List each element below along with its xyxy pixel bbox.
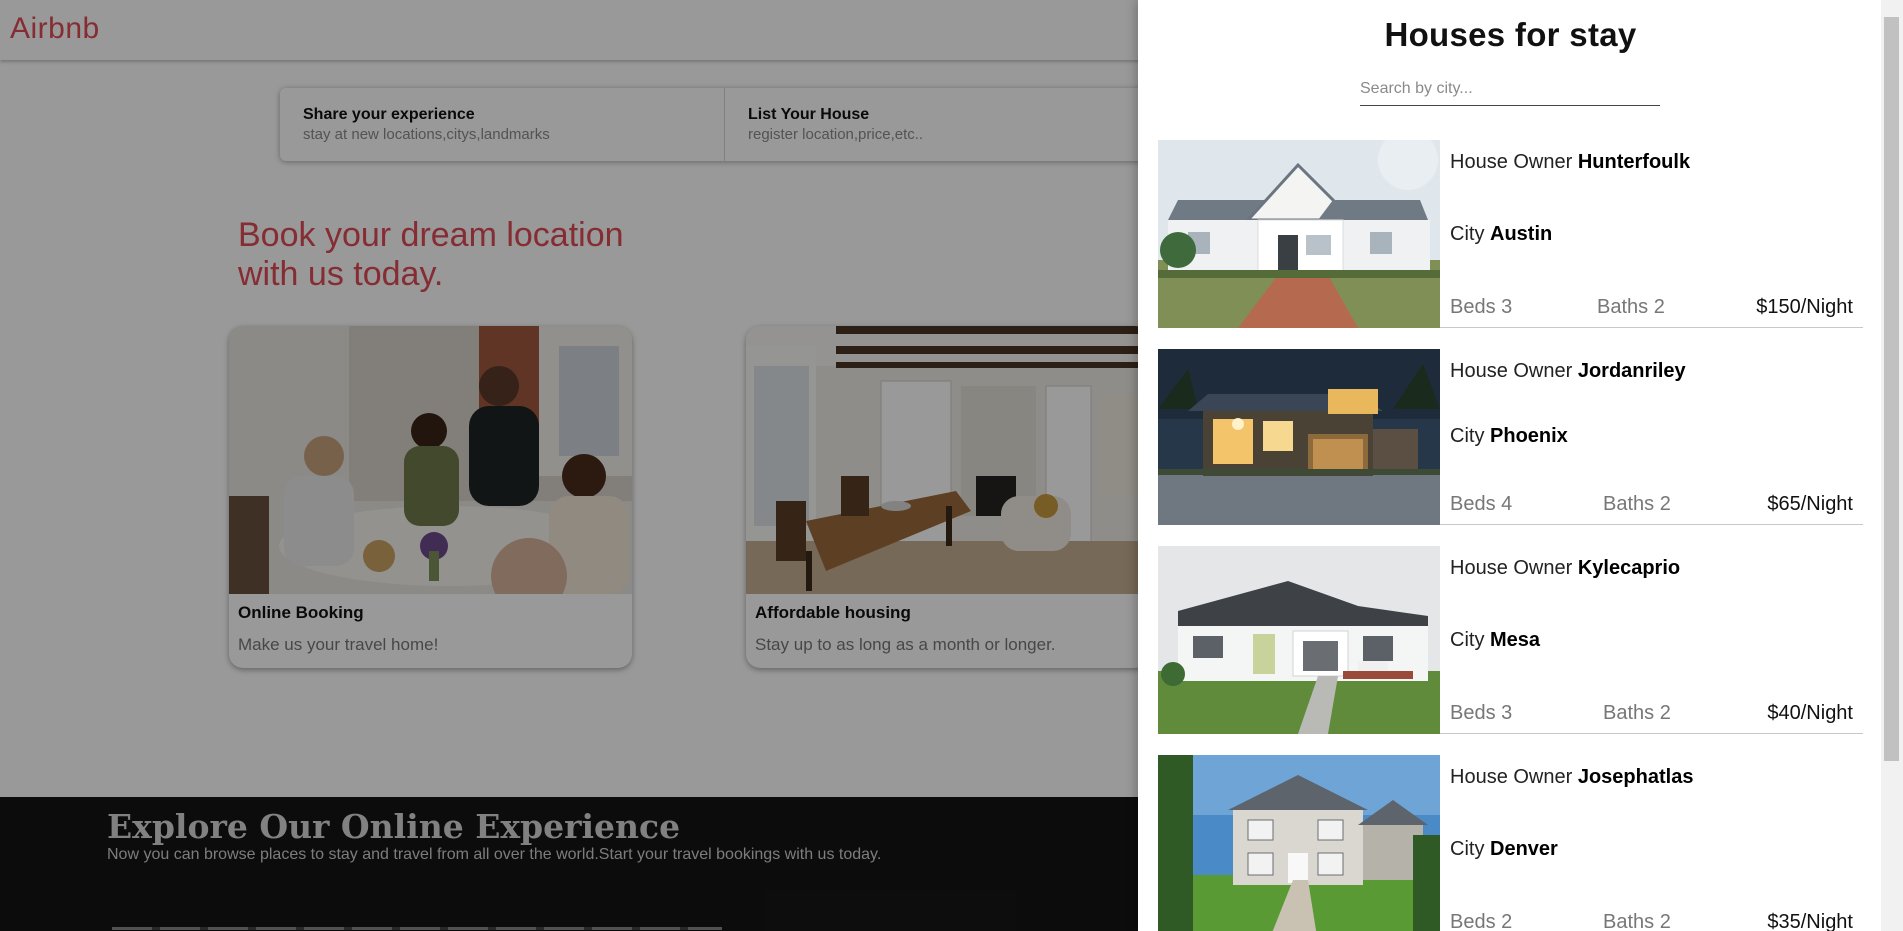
city-name: Austin	[1490, 223, 1553, 245]
baths-label: Baths	[1597, 296, 1649, 318]
beds-count: Beds 3	[1450, 702, 1512, 725]
drawer-title: Houses for stay	[1384, 16, 1637, 53]
beds-label: Beds	[1450, 493, 1496, 515]
house-listing[interactable]: House Owner Josephatlas City Denver Beds…	[1158, 755, 1863, 931]
drawer-scrollbar-thumb[interactable]	[1884, 17, 1899, 761]
baths-label: Baths	[1603, 911, 1655, 931]
house-city: City Phoenix	[1450, 425, 1568, 448]
house-owner: House Owner Kylecaprio	[1450, 557, 1680, 580]
price-per-night: $40/Night	[1767, 702, 1853, 724]
house-info: House Owner Josephatlas City Denver Beds…	[1450, 755, 1853, 931]
beds-label: Beds	[1450, 702, 1496, 724]
beds-value: 3	[1501, 296, 1513, 318]
baths-value: 2	[1659, 493, 1671, 515]
house-photo	[1158, 349, 1440, 525]
price-per-night: $65/Night	[1767, 493, 1853, 515]
owner-label: House Owner	[1450, 766, 1573, 788]
beds-label: Beds	[1450, 296, 1496, 318]
city-label: City	[1450, 223, 1485, 245]
owner-label: House Owner	[1450, 557, 1573, 579]
owner-label: House Owner	[1450, 151, 1573, 173]
beds-value: 3	[1501, 702, 1513, 724]
city-name: Phoenix	[1490, 425, 1568, 447]
baths-value: 2	[1659, 911, 1671, 931]
baths-value: 2	[1653, 296, 1665, 318]
house-list: House Owner Hunterfoulk City Austin Beds…	[1158, 140, 1863, 931]
house-owner: House Owner Hunterfoulk	[1450, 151, 1690, 174]
price-per-night: $150/Night	[1756, 296, 1853, 318]
house-info: House Owner Jordanriley City Phoenix Bed…	[1450, 349, 1853, 524]
house-city: City Austin	[1450, 223, 1552, 246]
city-search-input[interactable]	[1360, 73, 1660, 106]
house-photo	[1158, 546, 1440, 734]
house-info: House Owner Kylecaprio City Mesa Beds 3 …	[1450, 546, 1853, 733]
house-listing[interactable]: House Owner Hunterfoulk City Austin Beds…	[1158, 140, 1863, 328]
owner-label: House Owner	[1450, 360, 1573, 382]
city-label: City	[1450, 838, 1485, 860]
beds-count: Beds 2	[1450, 911, 1512, 931]
city-name: Mesa	[1490, 629, 1541, 651]
house-city: City Denver	[1450, 838, 1558, 861]
house-info: House Owner Hunterfoulk City Austin Beds…	[1450, 140, 1853, 327]
city-label: City	[1450, 425, 1485, 447]
beds-label: Beds	[1450, 911, 1496, 931]
house-photo	[1158, 140, 1440, 328]
houses-drawer: Houses for stay Search by city... House …	[1138, 0, 1903, 931]
baths-count: Baths 2	[1597, 296, 1665, 319]
baths-value: 2	[1659, 702, 1671, 724]
house-listing[interactable]: House Owner Jordanriley City Phoenix Bed…	[1158, 349, 1863, 525]
baths-count: Baths 2	[1603, 911, 1671, 931]
city-label: City	[1450, 629, 1485, 651]
owner-name: Hunterfoulk	[1577, 151, 1691, 173]
house-listing[interactable]: House Owner Kylecaprio City Mesa Beds 3 …	[1158, 546, 1863, 734]
baths-count: Baths 2	[1603, 493, 1671, 516]
house-photo	[1158, 755, 1440, 931]
beds-value: 2	[1501, 911, 1513, 931]
house-owner: House Owner Jordanriley	[1450, 360, 1686, 383]
owner-name: Josephatlas	[1577, 766, 1694, 788]
owner-name: Jordanriley	[1577, 360, 1686, 382]
beds-value: 4	[1501, 493, 1513, 515]
baths-label: Baths	[1603, 702, 1655, 724]
baths-label: Baths	[1603, 493, 1655, 515]
beds-count: Beds 4	[1450, 493, 1512, 516]
beds-count: Beds 3	[1450, 296, 1512, 319]
city-name: Denver	[1490, 838, 1558, 860]
house-owner: House Owner Josephatlas	[1450, 766, 1693, 789]
price-per-night: $35/Night	[1767, 911, 1853, 931]
house-city: City Mesa	[1450, 629, 1540, 652]
owner-name: Kylecaprio	[1577, 557, 1681, 579]
baths-count: Baths 2	[1603, 702, 1671, 725]
